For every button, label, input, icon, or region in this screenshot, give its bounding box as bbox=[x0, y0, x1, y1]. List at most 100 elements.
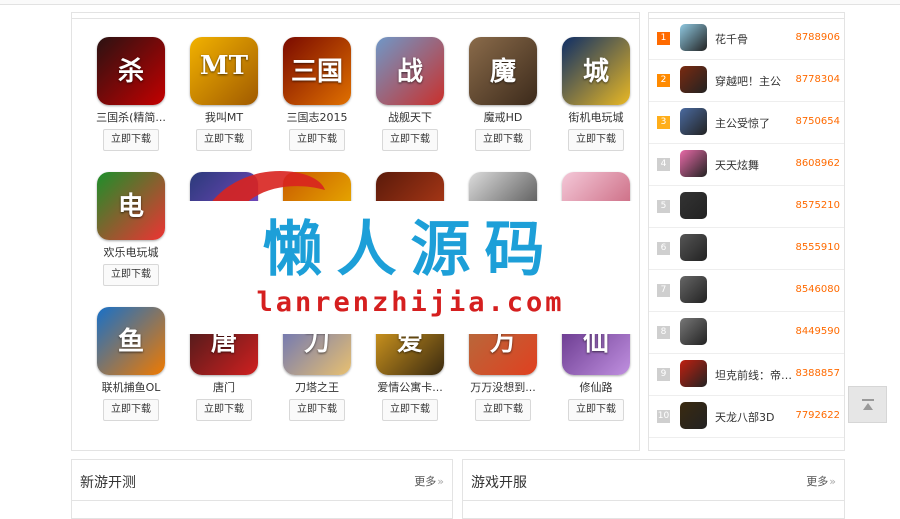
ranking-item[interactable]: 1 花千骨 8788906 bbox=[649, 17, 844, 60]
ranking-score: 8608962 bbox=[795, 158, 840, 169]
jieji-icon[interactable]: 城 bbox=[562, 37, 630, 105]
ranking-game-icon[interactable] bbox=[680, 108, 707, 135]
back-to-top-bar-icon bbox=[862, 399, 874, 401]
game-name[interactable]: 联机捕鱼OL bbox=[88, 381, 174, 395]
ranking-game-name[interactable]: 天龙八部3D bbox=[715, 409, 801, 425]
game-icon-glyph: 杀 bbox=[117, 57, 144, 87]
game-name[interactable]: 爱情公寓卡... bbox=[367, 381, 453, 395]
ranking-item[interactable]: 9 坦克前线：帝国... 8388857 bbox=[649, 353, 844, 396]
more-label: 更多 bbox=[806, 475, 829, 488]
divider bbox=[72, 500, 452, 501]
rank-number-badge: 8 bbox=[657, 326, 670, 339]
download-button[interactable]: 立即下载 bbox=[568, 399, 624, 421]
download-button[interactable]: 立即下载 bbox=[196, 399, 252, 421]
ranking-game-name[interactable]: 花千骨 bbox=[715, 31, 801, 47]
wojiaomt-icon[interactable]: MT bbox=[190, 37, 258, 105]
ranking-game-name[interactable]: 主公受惊了 bbox=[715, 115, 801, 131]
game-name[interactable]: 欢乐电玩城 bbox=[88, 246, 174, 260]
new-test-more-link[interactable]: 更多» bbox=[414, 473, 444, 489]
game-icon-glyph: 魔 bbox=[489, 57, 516, 87]
game-tile: 城街机电玩城立即下载 bbox=[553, 37, 639, 157]
ranking-score: 8555910 bbox=[795, 242, 840, 253]
download-button[interactable]: 立即下载 bbox=[196, 129, 252, 151]
game-name[interactable]: 刀塔之王 bbox=[274, 381, 360, 395]
ranking-score: 8750654 bbox=[795, 116, 840, 127]
ranking-game-icon[interactable] bbox=[680, 66, 707, 93]
download-button[interactable]: 立即下载 bbox=[289, 129, 345, 151]
ranking-panel: 1 花千骨 8788906 2 穿越吧！主公 8778304 3 主公受惊了 8750654 4 天… bbox=[648, 12, 845, 451]
rank-number-badge: 6 bbox=[657, 242, 670, 255]
game-icon-glyph: 鱼 bbox=[117, 327, 144, 357]
divider bbox=[463, 500, 844, 501]
ranking-item[interactable]: 4 天天炫舞 8608962 bbox=[649, 143, 844, 186]
zhanjian-icon[interactable]: 战 bbox=[376, 37, 444, 105]
back-to-top-button[interactable] bbox=[848, 386, 887, 423]
buyu-icon[interactable]: 鱼 bbox=[97, 307, 165, 375]
game-name[interactable]: 万万没想到... bbox=[460, 381, 546, 395]
download-button[interactable]: 立即下载 bbox=[475, 399, 531, 421]
game-tile: 三国三国志2015 立即下载 bbox=[274, 37, 360, 157]
game-icon-glyph: 城 bbox=[582, 57, 609, 87]
ranking-game-name[interactable]: 天天炫舞 bbox=[715, 157, 801, 173]
open-server-section: 游戏开服 更多» bbox=[462, 459, 845, 519]
rank-number-badge: 3 bbox=[657, 116, 670, 129]
ranking-game-icon[interactable] bbox=[680, 234, 707, 261]
ranking-item[interactable]: 3 主公受惊了 8750654 bbox=[649, 101, 844, 144]
ranking-game-name[interactable]: 穿越吧！主公 bbox=[715, 73, 801, 89]
new-test-title: 新游开测 bbox=[80, 475, 136, 491]
open-server-title: 游戏开服 bbox=[471, 475, 527, 491]
game-icon-glyph: 三国 bbox=[290, 57, 343, 87]
game-name[interactable]: 三国杀(精简... bbox=[88, 111, 174, 125]
download-button[interactable]: 立即下载 bbox=[103, 129, 159, 151]
ranking-game-icon[interactable] bbox=[680, 276, 707, 303]
rank-number-badge: 5 bbox=[657, 200, 670, 213]
sanguozhi-icon[interactable]: 三国 bbox=[283, 37, 351, 105]
game-name[interactable]: 我叫MT bbox=[181, 111, 267, 125]
huanle-icon[interactable]: 电 bbox=[97, 172, 165, 240]
game-tile: 电欢乐电玩城立即下载 bbox=[88, 172, 174, 292]
ranking-score: 7792622 bbox=[795, 410, 840, 421]
ranking-game-icon[interactable] bbox=[680, 402, 707, 429]
mojie-icon[interactable]: 魔 bbox=[469, 37, 537, 105]
ranking-game-icon[interactable] bbox=[680, 192, 707, 219]
rank-number-badge: 1 bbox=[657, 32, 670, 45]
game-tile: 杀三国杀(精简... 立即下载 bbox=[88, 37, 174, 157]
game-name[interactable]: 修仙路 bbox=[553, 381, 639, 395]
ranking-item[interactable]: 6 8555910 bbox=[649, 227, 844, 270]
ranking-game-icon[interactable] bbox=[680, 150, 707, 177]
ranking-game-icon[interactable] bbox=[680, 24, 707, 51]
download-button[interactable]: 立即下载 bbox=[382, 399, 438, 421]
download-button[interactable]: 立即下载 bbox=[568, 129, 624, 151]
ranking-score: 8788906 bbox=[795, 32, 840, 43]
more-label: 更多 bbox=[414, 475, 437, 488]
game-tile: 鱼联机捕鱼OL 立即下载 bbox=[88, 307, 174, 427]
ranking-item[interactable]: 7 8546080 bbox=[649, 269, 844, 312]
watermark-title: 懒人源码 bbox=[262, 215, 559, 285]
ranking-item[interactable]: 8 8449590 bbox=[649, 311, 844, 354]
ranking-score: 8575210 bbox=[795, 200, 840, 211]
download-button[interactable]: 立即下载 bbox=[289, 399, 345, 421]
ranking-game-icon[interactable] bbox=[680, 360, 707, 387]
open-server-more-link[interactable]: 更多» bbox=[806, 473, 836, 489]
game-name[interactable]: 三国志2015 bbox=[274, 111, 360, 125]
ranking-game-icon[interactable] bbox=[680, 318, 707, 345]
game-name[interactable]: 战舰天下 bbox=[367, 111, 453, 125]
sanguosha-icon[interactable]: 杀 bbox=[97, 37, 165, 105]
watermark-url: lanrenzhijia.com bbox=[256, 287, 565, 318]
ranking-item[interactable]: 2 穿越吧！主公 8778304 bbox=[649, 59, 844, 102]
ranking-item[interactable]: 5 8575210 bbox=[649, 185, 844, 228]
rank-number-badge: 4 bbox=[657, 158, 670, 171]
download-button[interactable]: 立即下载 bbox=[103, 264, 159, 286]
game-icon-glyph: 电 bbox=[117, 192, 144, 222]
download-button[interactable]: 立即下载 bbox=[103, 399, 159, 421]
download-button[interactable]: 立即下载 bbox=[382, 129, 438, 151]
game-name[interactable]: 魔戒HD bbox=[460, 111, 546, 125]
ranking-game-name[interactable]: 坦克前线：帝国... bbox=[715, 367, 801, 383]
download-button[interactable]: 立即下载 bbox=[475, 129, 531, 151]
game-name[interactable]: 街机电玩城 bbox=[553, 111, 639, 125]
ranking-score: 8388857 bbox=[795, 368, 840, 379]
game-name[interactable]: 唐门 bbox=[181, 381, 267, 395]
ranking-score: 8449590 bbox=[795, 326, 840, 337]
game-icon-glyph: MT bbox=[199, 51, 249, 81]
ranking-item[interactable]: 10 天龙八部3D 7792622 bbox=[649, 395, 844, 438]
